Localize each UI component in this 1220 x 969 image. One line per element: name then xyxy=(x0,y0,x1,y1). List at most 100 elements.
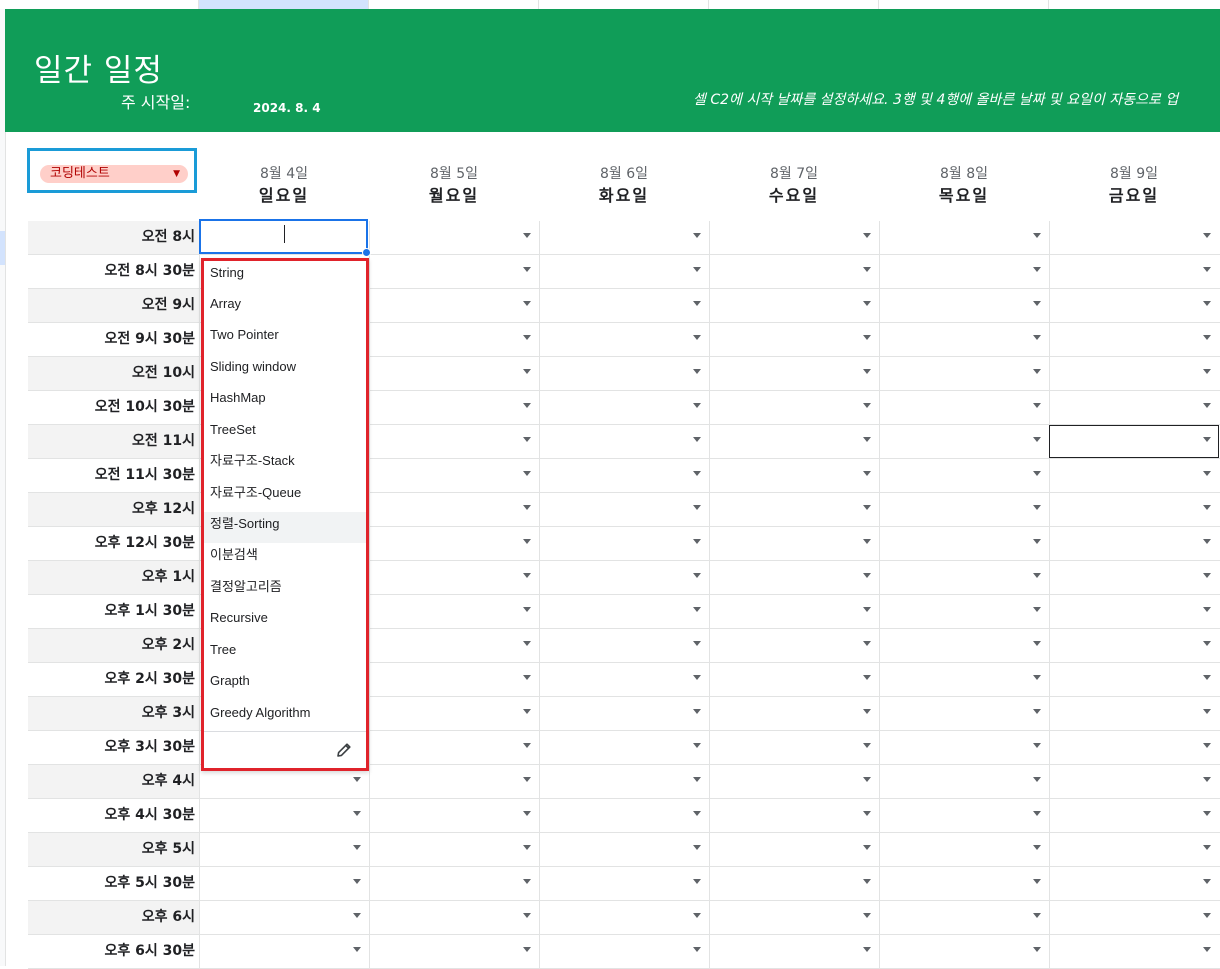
dropdown-arrow-icon[interactable] xyxy=(1203,743,1211,748)
dropdown-arrow-icon[interactable] xyxy=(1203,369,1211,374)
schedule-cell[interactable] xyxy=(709,289,879,322)
schedule-cell[interactable] xyxy=(369,527,539,560)
schedule-cell[interactable] xyxy=(539,731,709,764)
schedule-cell[interactable] xyxy=(1049,595,1219,628)
schedule-cell[interactable] xyxy=(539,799,709,832)
schedule-cell[interactable] xyxy=(369,629,539,662)
dropdown-arrow-icon[interactable] xyxy=(353,845,361,850)
schedule-cell[interactable] xyxy=(539,561,709,594)
schedule-cell[interactable] xyxy=(879,255,1049,288)
dropdown-arrow-icon[interactable] xyxy=(693,641,701,646)
schedule-cell[interactable] xyxy=(709,323,879,356)
dropdown-arrow-icon[interactable] xyxy=(693,743,701,748)
dropdown-arrow-icon[interactable] xyxy=(693,811,701,816)
dropdown-arrow-icon[interactable] xyxy=(1203,811,1211,816)
schedule-cell[interactable] xyxy=(879,527,1049,560)
dropdown-option[interactable]: Sliding window xyxy=(204,355,366,386)
schedule-cell[interactable] xyxy=(1049,289,1219,322)
schedule-cell[interactable] xyxy=(369,595,539,628)
schedule-cell[interactable] xyxy=(369,357,539,390)
dropdown-arrow-icon[interactable] xyxy=(1033,301,1041,306)
dropdown-arrow-icon[interactable] xyxy=(1033,947,1041,952)
schedule-cell[interactable] xyxy=(709,425,879,458)
dropdown-arrow-icon[interactable] xyxy=(863,471,871,476)
dropdown-arrow-icon[interactable] xyxy=(1033,743,1041,748)
dropdown-arrow-icon[interactable] xyxy=(1203,641,1211,646)
schedule-cell[interactable] xyxy=(539,323,709,356)
schedule-cell[interactable] xyxy=(1049,459,1219,492)
dropdown-arrow-icon[interactable] xyxy=(1203,403,1211,408)
schedule-cell[interactable] xyxy=(879,935,1049,968)
schedule-cell[interactable] xyxy=(1049,799,1219,832)
schedule-cell[interactable] xyxy=(709,697,879,730)
schedule-cell[interactable] xyxy=(879,697,1049,730)
dropdown-arrow-icon[interactable] xyxy=(523,369,531,374)
dropdown-arrow-icon[interactable] xyxy=(523,505,531,510)
schedule-cell[interactable] xyxy=(539,901,709,934)
dropdown-arrow-icon[interactable] xyxy=(1033,913,1041,918)
category-chip[interactable]: 코딩테스트 ▼ xyxy=(40,165,188,183)
schedule-cell[interactable] xyxy=(539,833,709,866)
dropdown-arrow-icon[interactable] xyxy=(863,335,871,340)
schedule-cell[interactable] xyxy=(709,935,879,968)
dropdown-arrow-icon[interactable] xyxy=(863,301,871,306)
schedule-cell[interactable] xyxy=(1049,833,1219,866)
schedule-cell[interactable] xyxy=(369,765,539,798)
dropdown-arrow-icon[interactable] xyxy=(523,641,531,646)
dropdown-arrow-icon[interactable] xyxy=(693,335,701,340)
schedule-cell[interactable] xyxy=(369,697,539,730)
schedule-cell[interactable] xyxy=(879,731,1049,764)
schedule-cell[interactable] xyxy=(369,323,539,356)
dropdown-arrow-icon[interactable] xyxy=(1203,709,1211,714)
schedule-cell[interactable] xyxy=(879,663,1049,696)
dropdown-arrow-icon[interactable] xyxy=(1203,913,1211,918)
dropdown-arrow-icon[interactable] xyxy=(1033,879,1041,884)
schedule-cell[interactable] xyxy=(879,629,1049,662)
dropdown-arrow-icon[interactable] xyxy=(523,471,531,476)
schedule-cell[interactable] xyxy=(1049,765,1219,798)
schedule-cell[interactable] xyxy=(539,629,709,662)
schedule-cell[interactable] xyxy=(1049,561,1219,594)
selected-column-header[interactable] xyxy=(199,0,369,9)
schedule-cell[interactable] xyxy=(709,867,879,900)
schedule-cell[interactable] xyxy=(539,595,709,628)
dropdown-arrow-icon[interactable] xyxy=(523,437,531,442)
schedule-cell[interactable] xyxy=(879,561,1049,594)
dropdown-arrow-icon[interactable] xyxy=(863,777,871,782)
pencil-icon[interactable] xyxy=(335,741,353,759)
dropdown-arrow-icon[interactable] xyxy=(693,573,701,578)
schedule-cell[interactable] xyxy=(539,867,709,900)
schedule-cell[interactable] xyxy=(1049,221,1219,254)
dropdown-arrow-icon[interactable] xyxy=(863,709,871,714)
dropdown-arrow-icon[interactable] xyxy=(1033,573,1041,578)
dropdown-option[interactable]: TreeSet xyxy=(204,418,366,449)
schedule-cell[interactable] xyxy=(369,799,539,832)
dropdown-arrow-icon[interactable] xyxy=(863,437,871,442)
dropdown-arrow-icon[interactable] xyxy=(1033,607,1041,612)
schedule-cell[interactable] xyxy=(539,255,709,288)
dropdown-arrow-icon[interactable] xyxy=(1203,471,1211,476)
dropdown-option[interactable]: 결정알고리즘 xyxy=(204,575,366,606)
dropdown-arrow-icon[interactable] xyxy=(863,879,871,884)
dropdown-arrow-icon[interactable] xyxy=(1033,505,1041,510)
schedule-cell[interactable] xyxy=(709,493,879,526)
schedule-cell[interactable] xyxy=(539,391,709,424)
dropdown-arrow-icon[interactable] xyxy=(693,301,701,306)
schedule-cell[interactable] xyxy=(369,255,539,288)
dropdown-arrow-icon[interactable] xyxy=(1203,539,1211,544)
schedule-cell[interactable] xyxy=(1049,867,1219,900)
dropdown-arrow-icon[interactable] xyxy=(863,913,871,918)
dropdown-arrow-icon[interactable] xyxy=(1203,301,1211,306)
dropdown-arrow-icon[interactable] xyxy=(353,947,361,952)
schedule-cell[interactable] xyxy=(879,357,1049,390)
dropdown-arrow-icon[interactable] xyxy=(1203,879,1211,884)
dropdown-arrow-icon[interactable] xyxy=(1033,437,1041,442)
schedule-cell[interactable] xyxy=(709,901,879,934)
schedule-cell[interactable] xyxy=(539,697,709,730)
schedule-cell[interactable] xyxy=(369,561,539,594)
schedule-cell[interactable] xyxy=(879,901,1049,934)
schedule-cell[interactable] xyxy=(879,289,1049,322)
dropdown-arrow-icon[interactable] xyxy=(1203,573,1211,578)
dropdown-arrow-icon[interactable] xyxy=(353,913,361,918)
dropdown-arrow-icon[interactable] xyxy=(523,845,531,850)
